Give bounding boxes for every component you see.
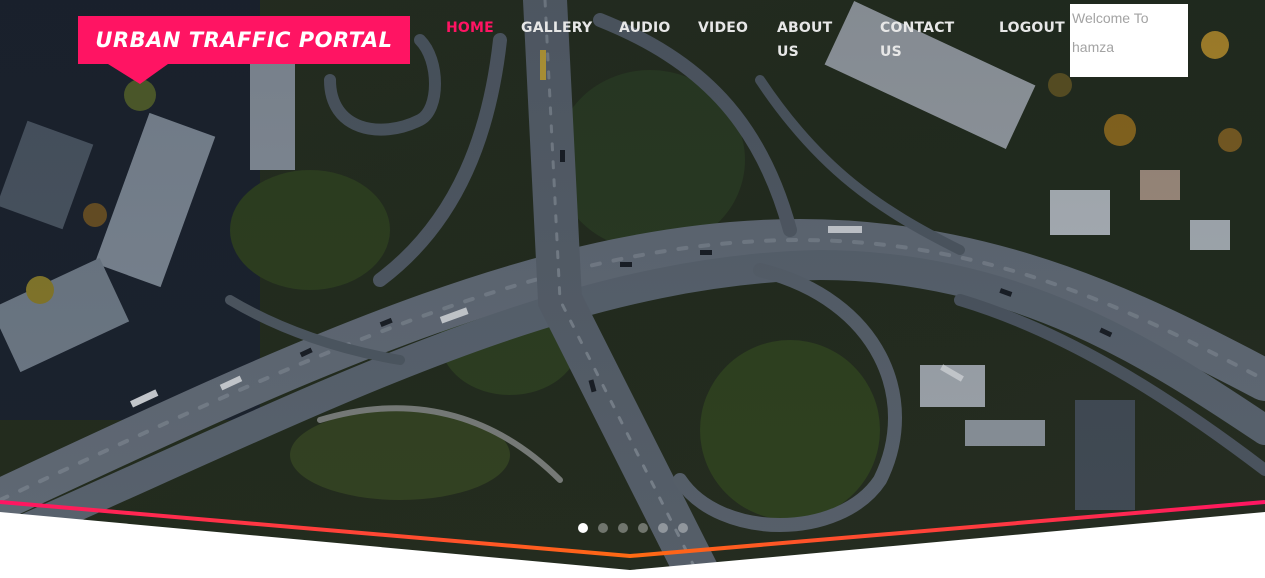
nav-contact-us[interactable]: CONTACT US — [880, 16, 954, 64]
nav-video[interactable]: VIDEO — [698, 16, 748, 40]
slider-dot-3[interactable] — [618, 523, 628, 533]
slider-dot-5[interactable] — [658, 523, 668, 533]
slider-dot-1[interactable] — [578, 523, 588, 533]
welcome-box: Welcome To hamza — [1070, 4, 1188, 77]
slider-dot-4[interactable] — [638, 523, 648, 533]
nav-about-us-line1: ABOUT — [777, 20, 833, 36]
welcome-username: hamza — [1072, 39, 1115, 55]
nav-about-us[interactable]: ABOUT US — [777, 16, 832, 64]
nav-contact-us-line2: US — [880, 44, 902, 60]
welcome-text: Welcome To — [1072, 10, 1149, 26]
site-logo[interactable]: URBAN TRAFFIC PORTAL — [78, 16, 410, 64]
slider-dot-2[interactable] — [598, 523, 608, 533]
nav-about-us-line2: US — [777, 44, 799, 60]
nav-gallery[interactable]: GALLERY — [521, 16, 592, 40]
section-divider — [0, 500, 1265, 578]
slider-dot-6[interactable] — [678, 523, 688, 533]
nav-contact-us-line1: CONTACT — [880, 20, 955, 36]
hero-slider — [0, 0, 1265, 578]
nav-home[interactable]: HOME — [446, 16, 494, 40]
nav-logout[interactable]: LOGOUT — [999, 16, 1065, 40]
nav-audio[interactable]: AUDIO — [619, 16, 671, 40]
